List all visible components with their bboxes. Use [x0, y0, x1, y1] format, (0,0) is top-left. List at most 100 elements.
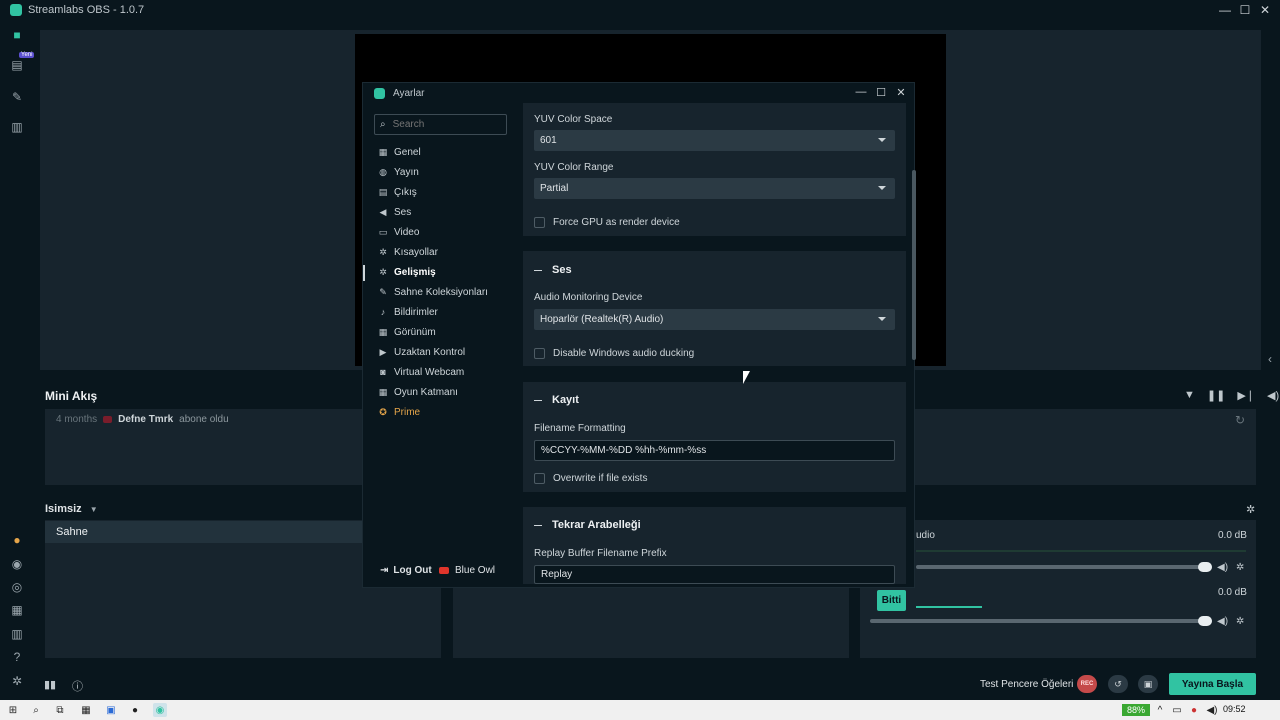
checkbox-label: Overwrite if file exists	[553, 473, 648, 484]
network-icon[interactable]: ▭	[1170, 703, 1184, 717]
settings-gear-icon[interactable]: ✲	[10, 674, 24, 688]
close-icon[interactable]: ✕	[1254, 0, 1276, 20]
color-space-label: YUV Color Space	[534, 114, 613, 125]
chevron-left-icon[interactable]: ‹	[1268, 352, 1272, 366]
dashboard-icon[interactable]: ◉	[10, 557, 24, 571]
help-icon[interactable]: ?	[10, 650, 24, 664]
minimize-icon[interactable]: —	[854, 86, 868, 98]
filename-format-input[interactable]: %CCYY-%MM-%DD %hh-%mm-%ss	[534, 440, 895, 461]
settings-menu-gelismis[interactable]: ✲ Gelişmiş	[378, 263, 435, 281]
collapse-icon	[534, 269, 542, 271]
checkbox-box[interactable]	[534, 348, 545, 359]
settings-menu-cikis[interactable]: ▤ Çıkış	[378, 183, 417, 201]
themes-icon[interactable]: ▤	[10, 58, 24, 72]
settings-menu-sahne-koleksiyonlari[interactable]: ✎ Sahne Koleksiyonları	[378, 283, 488, 301]
filename-format-value: %CCYY-%MM-%DD %hh-%mm-%ss	[541, 445, 707, 456]
volume-slider[interactable]	[870, 619, 1212, 623]
settings-menu-kisayollar[interactable]: ✲ Kısayollar	[378, 243, 438, 261]
color-space-select[interactable]: 601	[534, 130, 895, 151]
overwrite-checkbox[interactable]: Overwrite if file exists	[534, 473, 647, 484]
settings-menu-gorunum[interactable]: ▦ Görünüm	[378, 323, 436, 341]
replay-section-header[interactable]: Tekrar Arabelleği	[534, 519, 641, 531]
track-gear-icon[interactable]: ✲	[1236, 562, 1244, 573]
done-button[interactable]: Bitti	[877, 590, 906, 611]
output-icon: ▤	[378, 186, 388, 197]
settings-menu-yayin[interactable]: ◍ Yayın	[378, 163, 419, 181]
remote-icon: ▶	[379, 346, 387, 357]
test-widgets-button[interactable]: Test Pencere Öğeleri	[980, 679, 1073, 690]
settings-menu-uzaktan-kontrol[interactable]: ▶ Uzaktan Kontrol	[378, 343, 466, 361]
refresh-icon[interactable]: ↻	[1235, 413, 1245, 427]
filter-icon[interactable]: ▼	[1184, 389, 1195, 402]
settings-scrollbar[interactable]	[912, 170, 916, 360]
logout-button[interactable]: ⇥ Log Out	[380, 565, 432, 576]
recording-section-header[interactable]: Kayıt	[534, 394, 579, 406]
color-range-select[interactable]: Partial	[534, 178, 895, 199]
task-view-icon[interactable]: ⧉	[53, 703, 67, 717]
go-live-button[interactable]: Yayına Başla	[1169, 673, 1256, 695]
chevron-down-icon	[878, 317, 886, 321]
windows-start-icon[interactable]: ⊞	[6, 703, 20, 717]
minimize-icon[interactable]: —	[1214, 0, 1236, 20]
scene-collection-selector[interactable]: Isimsiz ▼	[45, 503, 98, 515]
replay-prefix-input[interactable]: Replay	[534, 565, 895, 584]
performance-icon[interactable]: ▮▮	[44, 678, 56, 691]
maximize-icon[interactable]: ☐	[874, 86, 888, 99]
settings-menu-prime[interactable]: ✪ Prime	[378, 403, 420, 421]
prime-icon[interactable]: ●	[10, 533, 24, 547]
checkbox-label: Disable Windows audio ducking	[553, 348, 695, 359]
skip-icon[interactable]: ▶❘	[1237, 389, 1255, 402]
settings-search[interactable]: ⌕	[374, 114, 507, 135]
volume-icon[interactable]: ◀)	[1267, 389, 1279, 402]
streamlabs-taskbar-icon[interactable]: ◉	[153, 703, 167, 717]
replay-prefix-label: Replay Buffer Filename Prefix	[534, 548, 667, 559]
force-gpu-checkbox[interactable]: Force GPU as render device	[534, 217, 680, 228]
volume-slider[interactable]	[916, 565, 1212, 569]
chat-icon[interactable]: ◎	[10, 580, 24, 594]
list-item: 4 months Defne Tmrk abone oldu	[56, 414, 229, 425]
bell-icon: ♪	[380, 307, 386, 317]
calculator-icon[interactable]: ▦	[79, 703, 93, 717]
sound-tray-icon[interactable]: ◀)	[1205, 703, 1219, 717]
volume-slider-knob[interactable]	[1198, 616, 1212, 626]
mixer-gear-icon[interactable]: ✲	[1246, 503, 1255, 516]
settings-menu-bildirimler[interactable]: ♪ Bildirimler	[378, 303, 438, 321]
schedule-button[interactable]: ▣	[1138, 675, 1158, 693]
volume-slider-knob[interactable]	[1198, 562, 1212, 572]
monitoring-device-select[interactable]: Hoparlör (Realtek(R) Audio)	[534, 309, 895, 330]
section-title: Ses	[552, 264, 572, 276]
library-icon[interactable]: ▥	[10, 627, 24, 641]
color-range-value: Partial	[540, 183, 569, 194]
settings-menu-ses[interactable]: ◀ Ses	[378, 203, 412, 221]
maximize-icon[interactable]: ☐	[1234, 0, 1256, 20]
editor-tools-icon[interactable]: ✎	[10, 90, 24, 104]
track-gear-icon[interactable]: ✲	[1236, 616, 1244, 627]
settings-menu-genel[interactable]: ▦ Genel	[378, 143, 421, 161]
tray-app-icon[interactable]: ●	[1187, 703, 1201, 717]
table-row[interactable]: Sahne	[45, 521, 365, 543]
speaker-icon[interactable]: ◀)	[1217, 562, 1228, 573]
speaker-icon[interactable]: ◀)	[1217, 616, 1228, 627]
audio-ducking-checkbox[interactable]: Disable Windows audio ducking	[534, 348, 694, 359]
close-icon[interactable]: ✕	[894, 86, 908, 99]
settings-menu-oyun-katmani[interactable]: ▦ Oyun Katmanı	[378, 383, 458, 401]
settings-menu-video[interactable]: ▭ Video	[378, 223, 420, 241]
search-input[interactable]	[392, 119, 493, 130]
settings-menu-virtual-webcam[interactable]: ◙ Virtual Webcam	[378, 363, 464, 381]
chevron-up-icon[interactable]: ^	[1153, 703, 1167, 717]
store-icon[interactable]: ▥	[10, 120, 24, 134]
studio-icon[interactable]: ■	[10, 28, 24, 42]
menu-label: Yayın	[394, 166, 419, 178]
layout-icon[interactable]: ▦	[10, 603, 24, 617]
search-icon[interactable]: ⌕	[29, 703, 43, 717]
checkbox-box[interactable]	[534, 473, 545, 484]
pause-icon[interactable]: ❚❚	[1207, 389, 1225, 402]
checkbox-box[interactable]	[534, 217, 545, 228]
info-icon[interactable]: ⓘ	[72, 678, 83, 694]
gears-icon: ✲	[379, 266, 387, 277]
record-button[interactable]: REC	[1077, 675, 1097, 693]
teams-icon[interactable]: ▣	[104, 703, 118, 717]
replay-buffer-button[interactable]: ↺	[1108, 675, 1128, 693]
audio-section-header[interactable]: Ses	[534, 264, 572, 276]
obs-icon[interactable]: ●	[128, 703, 142, 717]
